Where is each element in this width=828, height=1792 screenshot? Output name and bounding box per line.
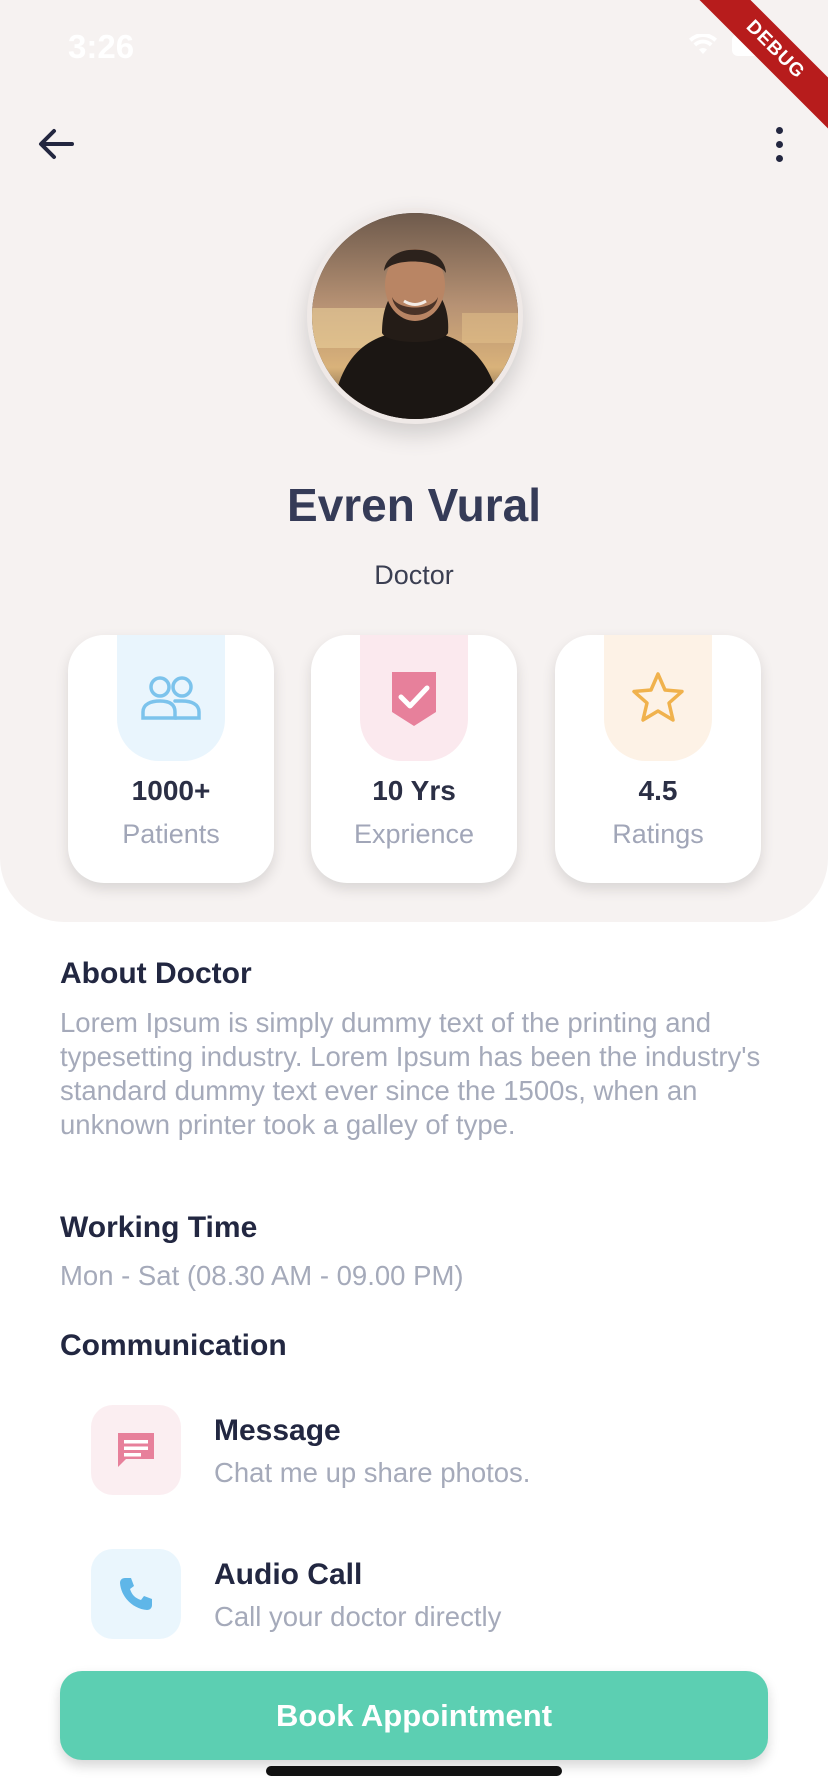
message-title[interactable]: Message [214, 1414, 341, 1448]
audio-call-button[interactable] [91, 1549, 181, 1639]
phone-icon [120, 1578, 152, 1610]
status-time: 3:26 [68, 28, 135, 65]
book-appointment-button[interactable]: Book Appointment [60, 1671, 768, 1760]
message-icon [118, 1433, 154, 1467]
working-time-title: Working Time [60, 1211, 258, 1244]
back-button[interactable] [34, 122, 78, 166]
stat-card-ratings: 4.5 Ratings [555, 635, 761, 883]
more-options-button[interactable] [764, 122, 794, 166]
stat-label: Ratings [612, 819, 704, 849]
communication-title: Communication [60, 1329, 287, 1362]
doctor-photo [312, 213, 518, 419]
debug-banner: DEBUG [688, 0, 828, 140]
about-title: About Doctor [60, 957, 252, 990]
debug-banner-label: DEBUG [688, 0, 828, 137]
people-icon [141, 676, 201, 720]
stat-card-experience: 10 Yrs Exprience [311, 635, 517, 883]
about-text: Lorem Ipsum is simply dummy text of the … [60, 1007, 761, 1140]
stat-card-patients: 1000+ Patients [68, 635, 274, 883]
stat-label: Patients [122, 819, 220, 849]
doctor-avatar [307, 208, 523, 424]
audio-call-subtitle: Call your doctor directly [214, 1601, 502, 1632]
home-indicator [266, 1766, 562, 1776]
shield-check-icon [392, 672, 436, 726]
stat-value: 1000+ [131, 775, 211, 806]
message-button[interactable] [91, 1405, 181, 1495]
message-subtitle: Chat me up share photos. [214, 1457, 531, 1488]
working-time-text: Mon - Sat (08.30 AM - 09.00 PM) [60, 1260, 464, 1291]
star-icon [632, 672, 684, 722]
audio-call-title[interactable]: Audio Call [214, 1558, 362, 1592]
stat-tab-ratings [604, 635, 712, 761]
stat-tab-experience [360, 635, 468, 761]
doctor-role: Doctor [374, 560, 454, 590]
arrow-left-icon [39, 129, 74, 159]
more-vertical-icon [775, 126, 783, 134]
stat-tab-patients [117, 635, 225, 761]
stat-label: Exprience [353, 819, 475, 849]
stat-value: 10 Yrs [372, 775, 456, 806]
stat-value: 4.5 [638, 775, 678, 806]
doctor-name: Evren Vural [287, 479, 541, 531]
